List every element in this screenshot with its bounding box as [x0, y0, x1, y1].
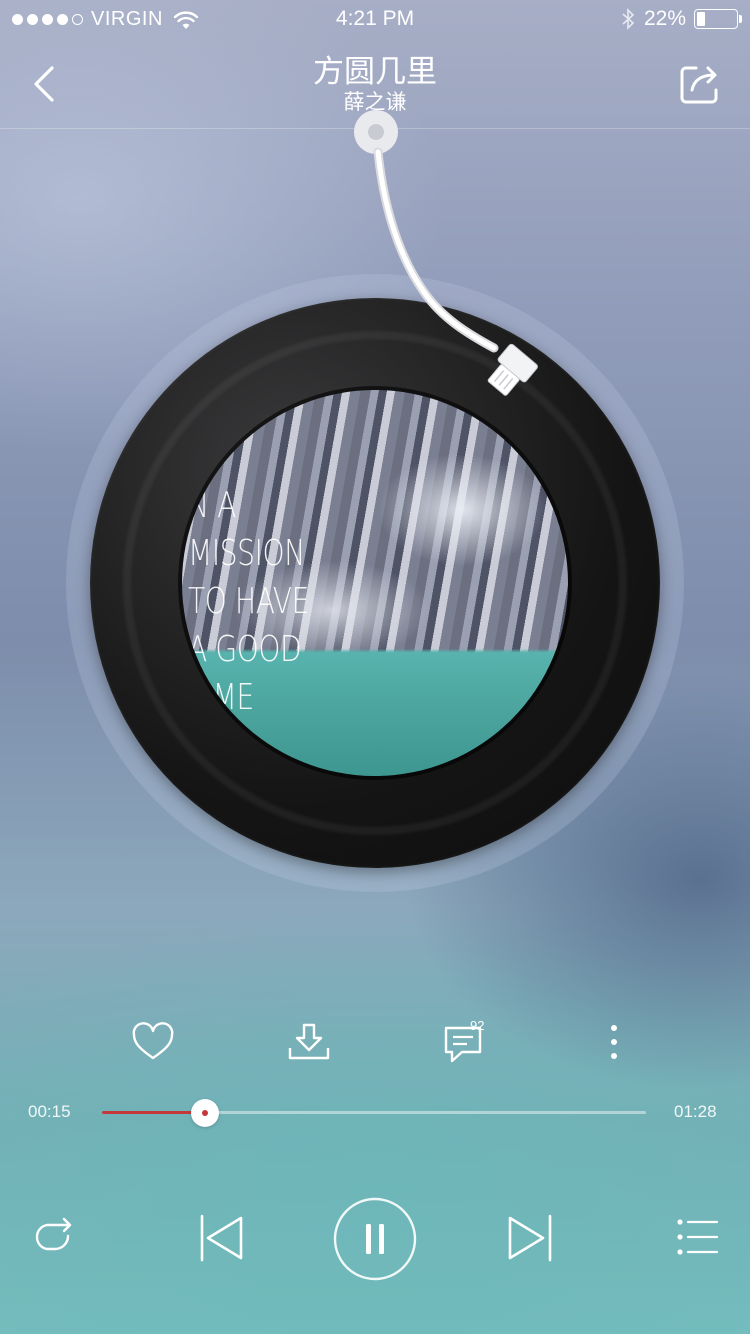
progress-track[interactable] — [102, 1099, 646, 1127]
comment-count: 92 — [470, 1018, 485, 1033]
record-halo — [66, 274, 684, 892]
record-area: N A MISSION TO HAVE A GOOD TIME — [0, 0, 750, 1334]
total-time: 01:28 — [674, 1102, 717, 1121]
player-header: 方圆几里 薛之谦 — [0, 40, 750, 129]
next-icon — [508, 1214, 552, 1262]
like-button[interactable] — [128, 1018, 178, 1068]
album-cover: N A MISSION TO HAVE A GOOD TIME — [182, 390, 568, 776]
battery-icon — [694, 9, 742, 29]
album-cover-text: N A MISSION TO HAVE A GOOD TIME — [188, 482, 309, 722]
battery-percent: 22% — [643, 7, 686, 30]
comment-button[interactable]: 92 — [440, 1018, 490, 1068]
playlist-icon — [677, 1219, 719, 1255]
download-button[interactable] — [284, 1018, 334, 1068]
cover-line: TIME — [188, 677, 254, 718]
pause-icon — [333, 1197, 417, 1281]
heart-icon — [132, 1022, 174, 1060]
action-row: 92 — [0, 1018, 750, 1068]
back-icon[interactable] — [26, 60, 66, 108]
status-bar: VIRGIN 4:21 PM 22% — [0, 0, 750, 40]
cover-line: A GOOD — [188, 629, 302, 670]
cover-line: TO HAVE — [188, 581, 309, 622]
cover-line: MISSION — [188, 533, 305, 574]
artist-name: 薛之谦 — [343, 91, 407, 114]
song-title: 方圆几里 — [313, 54, 437, 89]
progress-knob[interactable] — [191, 1099, 220, 1127]
next-button[interactable] — [504, 1210, 556, 1266]
cover-line: N A — [188, 485, 236, 526]
title-block: 方圆几里 薛之谦 — [150, 54, 600, 116]
more-button[interactable] — [589, 1018, 639, 1068]
repeat-button[interactable] — [30, 1212, 80, 1262]
progress-played — [102, 1111, 206, 1114]
bluetooth-icon — [622, 8, 635, 30]
more-icon — [611, 1025, 617, 1059]
pause-button[interactable] — [332, 1196, 418, 1282]
repeat-icon — [35, 1217, 72, 1251]
share-icon[interactable] — [678, 62, 722, 106]
status-right: 22% — [620, 7, 742, 31]
playlist-button[interactable] — [672, 1214, 722, 1260]
previous-icon — [200, 1214, 243, 1262]
vinyl-record[interactable] — [90, 298, 660, 868]
download-icon — [288, 1023, 330, 1060]
elapsed-time: 00:15 — [28, 1102, 71, 1121]
previous-button[interactable] — [196, 1210, 248, 1266]
